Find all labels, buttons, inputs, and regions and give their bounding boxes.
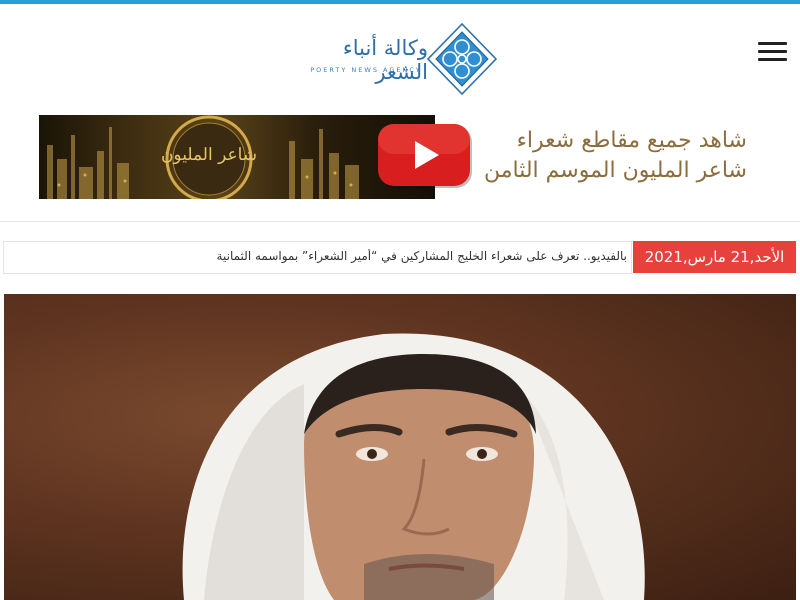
news-ticker: بالفيديو.. تعرف على شعراء الخليج المشارك… [3,241,796,274]
portrait-photo [182,333,645,600]
logo-ornament-icon [426,22,498,96]
ticker-box: بالفيديو.. تعرف على شعراء الخليج المشارك… [3,241,632,274]
banner-line-2: شاعر المليون الموسم الثامن [483,158,747,183]
promo-banner[interactable]: شاعر المليون شاهد جميع مقاطع شعراء شاعر … [39,115,751,203]
hero-featured-image[interactable] [4,294,796,600]
banner-image-caption: شاعر المليون [160,145,258,165]
hamburger-menu-icon[interactable] [758,42,788,64]
site-logo[interactable]: وكالة أنباء الشعر POERTY NEWS AGENCY [300,22,500,96]
date-badge: الأحد,21 مارس,2021 [633,241,796,273]
banner-image: شاعر المليون [39,115,435,199]
logo-title: وكالة أنباء الشعر [342,36,428,84]
logo-subtitle: POERTY NEWS AGENCY [310,66,422,74]
site-header: وكالة أنباء الشعر POERTY NEWS AGENCY شاع… [0,4,800,222]
ticker-headline-link[interactable]: بالفيديو.. تعرف على شعراء الخليج المشارك… [7,249,627,263]
youtube-play-icon[interactable] [378,124,474,190]
banner-line-1: شاهد جميع مقاطع شعراء [516,128,747,153]
